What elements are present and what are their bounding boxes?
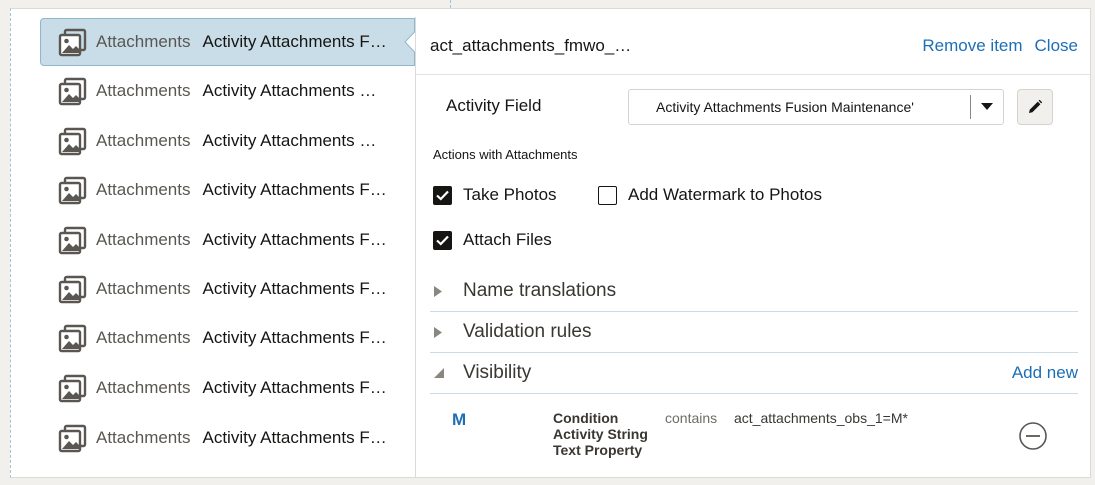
list-item-name: Activity Attachments F… <box>202 279 387 298</box>
list-item-type: Attachments <box>96 378 191 397</box>
triangle-right-icon <box>434 326 448 338</box>
name-translations-section[interactable]: Name translations <box>430 271 1078 311</box>
image-attachment-icon <box>58 374 87 403</box>
checkbox-unchecked-icon[interactable] <box>598 185 617 205</box>
list-item[interactable]: Attachments Activity Attachments F… <box>41 166 414 214</box>
list-item-name: Activity Attachments … <box>202 81 377 100</box>
activity-field-select[interactable]: Activity Attachments Fusion Maintenance' <box>628 89 1004 125</box>
visibility-label: Visibility <box>463 362 532 383</box>
validation-rules-label: Validation rules <box>463 321 592 342</box>
list-item[interactable]: Attachments Activity Attachments F… <box>40 18 415 66</box>
list-item[interactable]: Attachments Activity Attachments F… <box>41 265 414 313</box>
take-photos-label: Take Photos <box>463 185 557 204</box>
list-item-name: Activity Attachments F… <box>202 230 387 249</box>
list-item[interactable]: Attachments Activity Attachments F… <box>41 314 414 362</box>
panel-header: act_attachments_fmwo_… Remove item Close <box>416 17 1078 74</box>
section-divider <box>430 393 1078 394</box>
list-item-type: Attachments <box>96 428 191 447</box>
add-watermark-checkbox[interactable]: Add Watermark to Photos <box>598 185 822 205</box>
attach-files-label: Attach Files <box>463 230 552 249</box>
triangle-right-icon <box>434 285 448 297</box>
rule-key: M <box>452 410 467 429</box>
image-attachment-icon <box>58 127 87 156</box>
list-item-name: Activity Attachments F… <box>202 180 387 199</box>
list-item-name: Activity Attachments F… <box>202 32 387 51</box>
drop-zone-guide <box>450 0 451 8</box>
actions-section-label: Actions with Attachments <box>433 147 578 162</box>
rule-condition-line: Activity String <box>553 426 648 442</box>
list-item[interactable]: Attachments Activity Attachments … <box>41 67 414 115</box>
list-item-type: Attachments <box>96 131 191 150</box>
triangle-expanded-icon <box>434 368 448 378</box>
add-new-link[interactable]: Add new <box>1012 363 1078 383</box>
rule-condition-line: Text Property <box>553 442 643 458</box>
activity-field-value: Activity Attachments Fusion Maintenance' <box>656 99 914 115</box>
field-list: Attachments Activity Attachments F… Atta… <box>11 9 426 477</box>
image-attachment-icon <box>58 324 87 353</box>
list-item-type: Attachments <box>96 328 191 347</box>
checkbox-checked-icon[interactable] <box>433 230 452 250</box>
list-item-name: Activity Attachments F… <box>202 328 387 347</box>
list-item-name: Activity Attachments F… <box>202 378 387 397</box>
list-item-type: Attachments <box>96 32 191 51</box>
image-attachment-icon <box>58 28 87 57</box>
attach-files-checkbox[interactable]: Attach Files <box>433 230 552 250</box>
properties-panel: act_attachments_fmwo_… Remove item Close… <box>415 17 1090 477</box>
list-item[interactable]: Attachments Activity Attachments F… <box>41 414 414 462</box>
checkbox-checked-icon[interactable] <box>433 185 452 205</box>
designer-frame: Attachments Activity Attachments F… Atta… <box>10 8 1091 478</box>
validation-rules-section[interactable]: Validation rules <box>430 312 1078 352</box>
list-item-type: Attachments <box>96 230 191 249</box>
visibility-section[interactable]: Visibility Add new <box>430 353 1078 393</box>
image-attachment-icon <box>58 275 87 304</box>
image-attachment-icon <box>58 77 87 106</box>
header-divider <box>416 74 1090 75</box>
list-item[interactable]: Attachments Activity Attachments … <box>41 117 414 165</box>
pencil-icon <box>1029 99 1043 113</box>
remove-item-link[interactable]: Remove item <box>922 36 1022 56</box>
name-translations-label: Name translations <box>463 280 617 301</box>
list-item-name: Activity Attachments … <box>202 131 377 150</box>
rule-condition: Condition Activity String Text Property <box>553 410 648 458</box>
close-link[interactable]: Close <box>1035 36 1078 56</box>
item-key: act_attachments_fmwo_… <box>430 35 632 55</box>
remove-circle-icon[interactable] <box>1018 421 1048 451</box>
edit-button[interactable] <box>1017 89 1053 125</box>
rule-operator: contains <box>665 410 718 426</box>
activity-field-label: Activity Field <box>446 96 542 115</box>
list-item-name: Activity Attachments F… <box>202 428 387 447</box>
add-watermark-label: Add Watermark to Photos <box>628 185 823 204</box>
list-item-type: Attachments <box>96 279 191 298</box>
image-attachment-icon <box>58 176 87 205</box>
take-photos-checkbox[interactable]: Take Photos <box>433 185 557 205</box>
list-item-type: Attachments <box>96 180 191 199</box>
list-item-type: Attachments <box>96 81 191 100</box>
list-item[interactable]: Attachments Activity Attachments F… <box>41 216 414 264</box>
visibility-rule-row: M Condition Activity String Text Propert… <box>430 397 1078 477</box>
list-item[interactable]: Attachments Activity Attachments F… <box>41 364 414 412</box>
image-attachment-icon <box>58 424 87 453</box>
rule-value: act_attachments_obs_1=M* <box>734 410 908 426</box>
rule-condition-line: Condition <box>553 410 619 426</box>
caret-down-icon[interactable] <box>971 103 1003 111</box>
image-attachment-icon <box>58 226 87 255</box>
